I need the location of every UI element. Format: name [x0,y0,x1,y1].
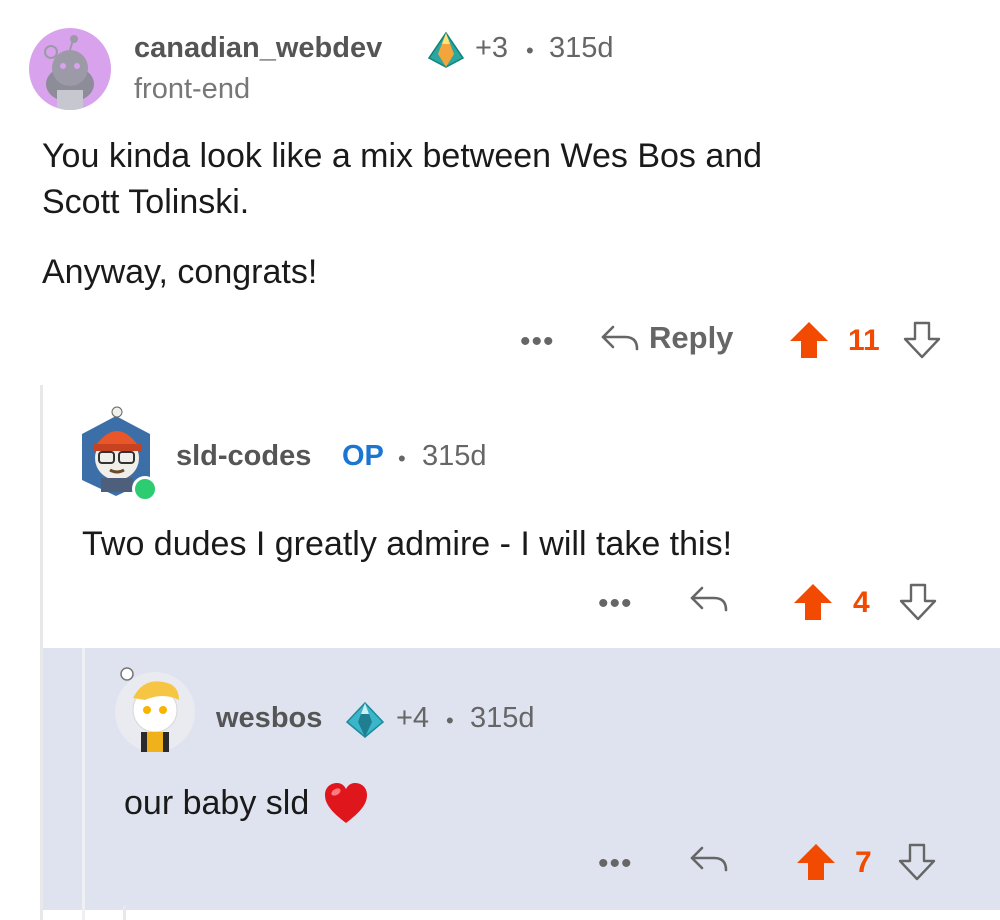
comment-body: our baby sld [124,780,369,826]
avatar[interactable] [113,664,197,754]
snoo-avatar-icon [115,667,195,752]
upvote-arrow-icon[interactable] [795,842,837,882]
heart-emoji-icon [325,783,368,823]
award-diamond-icon[interactable] [344,700,386,745]
reply-arrow-icon[interactable] [688,842,730,876]
vote-count: 7 [855,846,872,879]
comment-body-text: our baby sld [124,784,310,822]
award-count[interactable]: +4 [396,702,429,735]
username[interactable]: wesbos [216,702,322,735]
downvote-arrow-icon[interactable] [897,842,937,882]
more-options-button[interactable]: ••• [598,849,633,879]
comment-wesbos: wesbos +4 • 315d our baby sld ••• 7 [0,0,1000,910]
comment-age: 315d [470,702,535,734]
separator-dot: • [446,708,454,733]
